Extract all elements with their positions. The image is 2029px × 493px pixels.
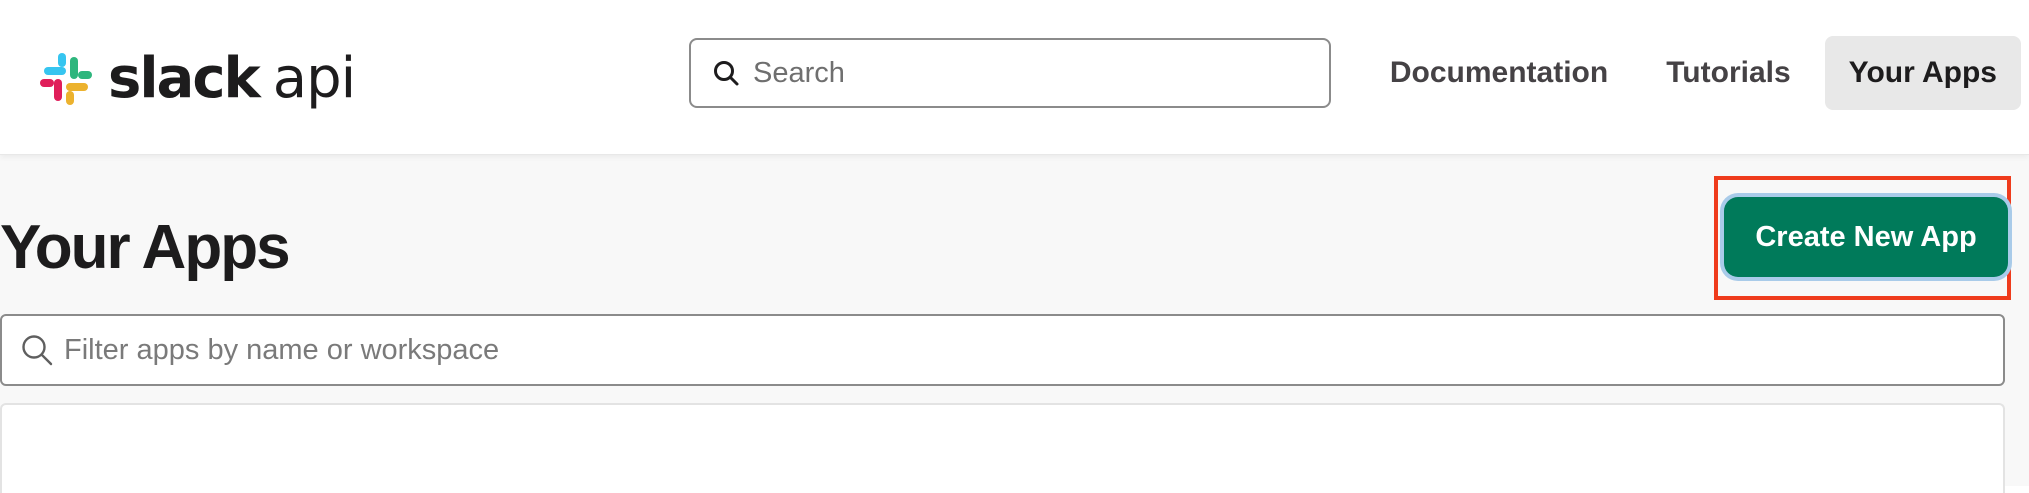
search-input[interactable]	[753, 56, 1313, 90]
logo-wordmark: slack	[108, 46, 261, 111]
create-new-app-button[interactable]: Create New App	[1724, 197, 2008, 277]
search-icon	[714, 61, 739, 86]
filter-apps[interactable]	[0, 314, 2005, 386]
logo-suffix: api	[272, 46, 356, 111]
header-search[interactable]	[689, 38, 1331, 108]
slack-logo-icon	[40, 53, 92, 105]
search-icon	[22, 335, 53, 366]
nav-tutorials[interactable]: Tutorials	[1642, 36, 1814, 110]
filter-input[interactable]	[64, 333, 1964, 367]
page-title: Your Apps	[0, 213, 291, 282]
apps-list-panel	[0, 403, 2005, 493]
nav-your-apps[interactable]: Your Apps	[1824, 36, 2021, 110]
header-nav: Documentation Tutorials Your Apps	[1356, 36, 2021, 110]
main-content: Your Apps Create New App	[0, 155, 2029, 493]
top-header: slack api Documentation Tutorials Your A…	[0, 0, 2029, 155]
nav-documentation[interactable]: Documentation	[1366, 36, 1632, 110]
slack-api-logo[interactable]: slack api	[36, 44, 356, 114]
